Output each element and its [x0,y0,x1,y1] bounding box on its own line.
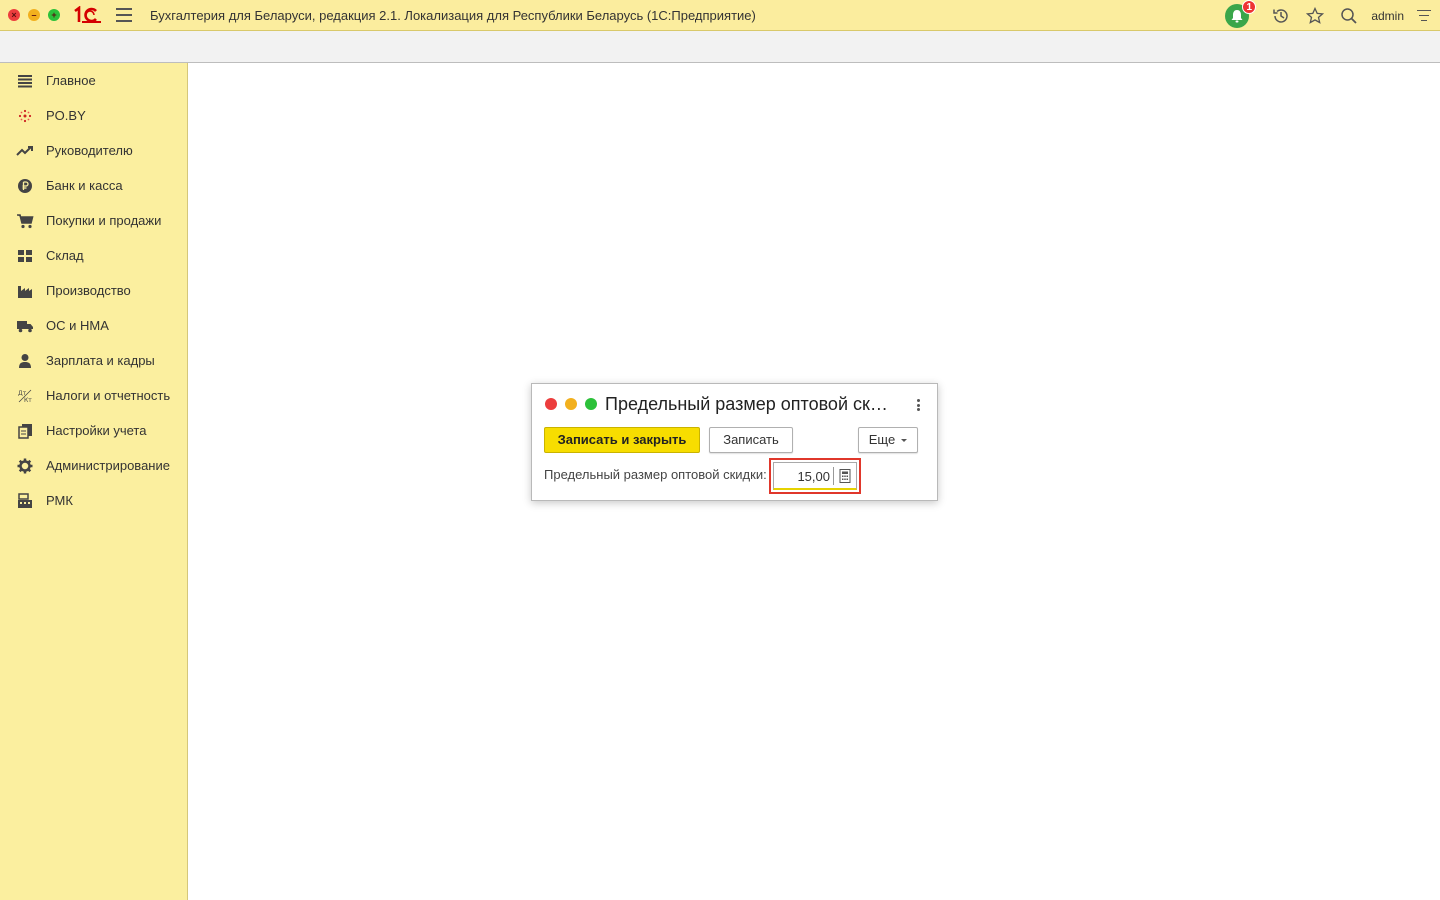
dialog-header: Предельный размер оптовой скидки [532,384,937,424]
ruble-coin-icon [16,177,34,195]
save-and-close-button[interactable]: Записать и закрыть [544,427,700,453]
sidebar-item-rmk[interactable]: РМК [0,483,187,518]
factory-icon [16,282,34,300]
sidebar-item-production[interactable]: Производство [0,273,187,308]
dialog-title: Предельный размер оптовой скидки [605,394,895,414]
sidebar-item-salary-hr[interactable]: Зарплата и кадры [0,343,187,378]
sidebar-item-director[interactable]: Руководителю [0,133,187,168]
user-name[interactable]: admin [1371,9,1404,23]
sidebar-item-fixed-assets[interactable]: ОС и НМА [0,308,187,343]
cash-register-icon [16,492,34,510]
history-icon[interactable] [1269,4,1293,28]
input-separator [833,467,834,485]
notifications-bell-icon[interactable]: 1 [1225,0,1257,28]
notifications-badge: 1 [1242,0,1257,14]
window-controls: × – + [8,9,68,21]
sidebar-item-warehouse[interactable]: Склад [0,238,187,273]
calculator-icon[interactable] [839,469,851,483]
more-button-label: Еще [868,432,896,447]
save-button[interactable]: Записать [709,427,793,453]
trend-icon [16,142,34,160]
close-icon: × [11,10,17,20]
person-icon [16,352,34,370]
wholesale-discount-dialog: Предельный размер оптовой скидки Записат… [531,383,938,501]
truck-icon [16,317,34,335]
favorites-star-icon[interactable] [1303,4,1327,28]
debit-credit-icon: Дт Кт [16,387,34,405]
documents-icon [16,422,34,440]
dialog-window-controls [545,398,605,410]
svg-text:Кт: Кт [24,397,32,404]
sidebar-item-administration[interactable]: Администрирование [0,448,187,483]
sidebar-item-main[interactable]: Главное [0,63,187,98]
dialog-close-button[interactable] [545,398,557,410]
title-bar: × – + Бухгалтерия для Беларуси, редакция… [0,0,1440,31]
cart-icon [16,212,34,230]
app-title: Бухгалтерия для Беларуси, редакция 2.1. … [150,7,756,23]
1c-logo-icon [74,6,101,23]
maximize-window-button[interactable]: + [48,9,60,21]
main-menu-icon[interactable] [116,8,132,22]
gear-icon [16,457,34,475]
sidebar-item-bank[interactable]: Банк и касса [0,168,187,203]
search-icon[interactable] [1337,4,1361,28]
minimize-icon: – [31,10,37,20]
sidebar-item-purchases-sales[interactable]: Покупки и продажи [0,203,187,238]
sidebar-item-accounting-settings[interactable]: Настройки учета [0,413,187,448]
list-icon [16,72,34,90]
poby-icon [16,107,34,125]
settings-menu-icon[interactable] [1416,8,1432,24]
sidebar-item-taxes-reports[interactable]: Дт Кт Налоги и отчетность [0,378,187,413]
chevron-down-icon [901,439,908,443]
minimize-window-button[interactable]: – [28,9,40,21]
more-vertical-icon[interactable] [913,397,923,413]
warehouse-grid-icon [16,247,34,265]
panel-strip [0,31,1440,63]
sections-sidebar: Главное PO.BY Руководителю Банк и касса [0,63,188,900]
discount-value: 15,00 [797,469,830,484]
dialog-maximize-button[interactable] [585,398,597,410]
discount-input[interactable]: 15,00 [773,462,857,490]
dialog-minimize-button[interactable] [565,398,577,410]
close-window-button[interactable]: × [8,9,20,21]
maximize-icon: + [51,10,57,20]
sidebar-item-poby[interactable]: PO.BY [0,98,187,133]
discount-field-label: Предельный размер оптовой скидки: [544,467,767,482]
more-button[interactable]: Еще [858,427,918,453]
